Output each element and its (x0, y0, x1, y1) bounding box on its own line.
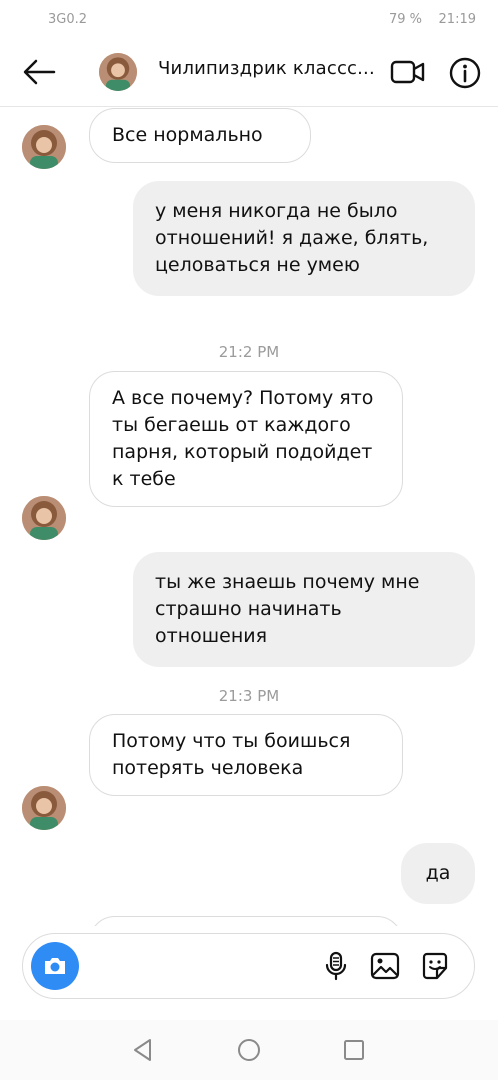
incoming-message-partial[interactable] (89, 916, 403, 926)
image-icon[interactable] (370, 951, 400, 981)
chat-title[interactable]: Чилипиздрик классс... (158, 58, 378, 79)
outgoing-message[interactable]: ты же знаешь почему мне страшно начинать… (133, 552, 475, 667)
outgoing-message[interactable]: у меня никогда не было отношений! я даже… (133, 181, 475, 296)
microphone-icon[interactable] (321, 951, 351, 981)
nav-recents-icon[interactable] (341, 1037, 367, 1063)
video-camera-icon[interactable] (390, 58, 426, 86)
avatar[interactable] (22, 786, 66, 830)
incoming-message[interactable]: Потому что ты боишься потерять человека (89, 714, 403, 796)
nav-back-icon[interactable] (130, 1037, 156, 1063)
arrow-left-icon[interactable] (22, 56, 56, 88)
info-icon[interactable] (449, 57, 481, 89)
contact-avatar[interactable] (99, 53, 137, 91)
avatar[interactable] (22, 125, 66, 169)
status-right-text: 79 % 21:19 (388, 11, 476, 27)
incoming-message[interactable]: Все нормально (89, 108, 311, 163)
sticker-icon[interactable] (420, 951, 450, 981)
system-nav-bar (0, 1020, 498, 1080)
incoming-message[interactable]: А все почему? Потому ято ты бегаешь от к… (89, 371, 403, 507)
outgoing-message[interactable]: да (401, 843, 475, 904)
camera-button[interactable] (31, 942, 79, 990)
status-left: 3G0.2 (48, 12, 108, 27)
nav-home-icon[interactable] (236, 1037, 262, 1063)
timestamp: 21:3 PM (218, 687, 280, 705)
camera-icon (45, 958, 65, 974)
status-right: 79 % 21:19 (389, 12, 476, 27)
status-bar: 3G0.2 79 % 21:19 (0, 0, 498, 38)
message-composer[interactable] (22, 933, 475, 999)
timestamp: 21:2 PM (218, 343, 280, 361)
chat-header: Чилипиздрик классс... (0, 38, 498, 107)
avatar[interactable] (22, 496, 66, 540)
message-thread[interactable]: Все нормально у меня никогда не было отн… (0, 106, 498, 926)
status-left-text: 3G0.2 (48, 11, 108, 27)
